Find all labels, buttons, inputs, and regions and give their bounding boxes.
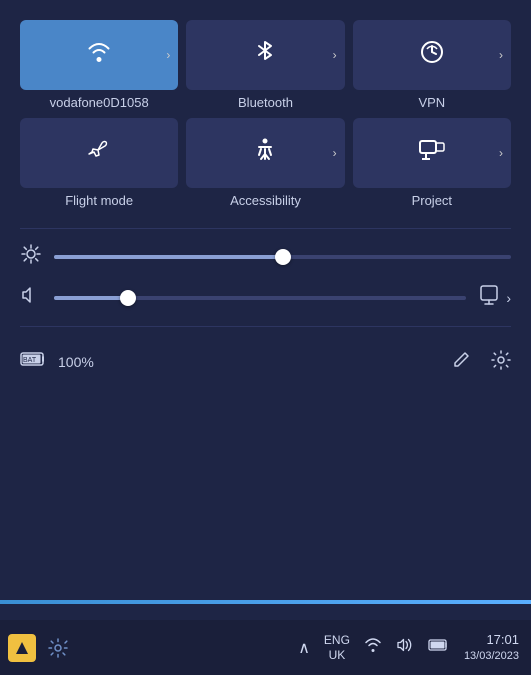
project-tile-wrapper: › Project: [353, 118, 511, 208]
edit-button[interactable]: [451, 350, 471, 375]
taskbar-lang-top: ENG: [324, 633, 350, 647]
accessibility-tile-wrapper: › Accessibility: [186, 118, 344, 208]
volume-fill: [54, 296, 128, 300]
divider-1: [20, 228, 511, 229]
bluetooth-expand-arrow[interactable]: ›: [333, 48, 337, 62]
tiles-grid: › vodafone0D1058 › Bluetooth: [20, 20, 511, 208]
wifi-label: vodafone0D1058: [20, 95, 178, 110]
vpn-tile[interactable]: ›: [353, 20, 511, 90]
taskbar-wifi-icon[interactable]: [360, 637, 386, 658]
bluetooth-label: Bluetooth: [186, 95, 344, 110]
volume-device-icon: [478, 284, 500, 311]
taskbar-app-icon-1[interactable]: [8, 634, 36, 662]
battery-icon: BAT: [20, 349, 48, 375]
brightness-icon: [20, 244, 42, 269]
volume-extra: ›: [478, 284, 511, 311]
accessibility-label: Accessibility: [186, 193, 344, 208]
project-expand-arrow[interactable]: ›: [499, 146, 503, 160]
taskbar-battery-icon[interactable]: [424, 637, 454, 658]
taskbar-time: 17:01: [486, 631, 519, 649]
vpn-expand-arrow[interactable]: ›: [499, 48, 503, 62]
flight-mode-tile-wrapper: Flight mode: [20, 118, 178, 208]
accessibility-icon: [252, 137, 278, 169]
divider-2: [20, 326, 511, 327]
volume-icon: [20, 286, 42, 309]
project-label: Project: [353, 193, 511, 208]
taskbar-chevron[interactable]: ∧: [298, 638, 310, 658]
volume-track[interactable]: [54, 296, 466, 300]
project-tile[interactable]: ›: [353, 118, 511, 188]
accessibility-expand-arrow[interactable]: ›: [333, 146, 337, 160]
wifi-expand-arrow[interactable]: ›: [166, 48, 170, 62]
svg-text:BAT: BAT: [23, 357, 37, 364]
bluetooth-tile-wrapper: › Bluetooth: [186, 20, 344, 110]
flight-mode-icon: [86, 137, 112, 169]
vpn-icon: [419, 39, 445, 71]
bottom-info-bar: BAT 100%: [20, 337, 511, 387]
battery-percent: 100%: [58, 354, 441, 370]
wifi-tile[interactable]: ›: [20, 20, 178, 90]
flight-mode-tile[interactable]: [20, 118, 178, 188]
volume-slider-section: ›: [20, 284, 511, 311]
vpn-tile-wrapper: › VPN: [353, 20, 511, 110]
bluetooth-icon: [255, 39, 275, 71]
accent-line: [0, 600, 531, 604]
brightness-track[interactable]: [54, 255, 511, 259]
flight-mode-label: Flight mode: [20, 193, 178, 208]
taskbar-settings-icon[interactable]: [42, 632, 74, 664]
taskbar-volume-icon[interactable]: [392, 637, 418, 658]
brightness-slider-section: [20, 244, 511, 269]
taskbar: ∧ ENG UK 17:01 13/03/2023: [0, 620, 531, 675]
brightness-thumb[interactable]: [275, 249, 291, 265]
accessibility-tile[interactable]: ›: [186, 118, 344, 188]
vpn-label: VPN: [353, 95, 511, 110]
wifi-icon: [86, 41, 112, 69]
taskbar-date: 13/03/2023: [464, 649, 519, 664]
taskbar-language[interactable]: ENG UK: [320, 633, 354, 662]
bluetooth-tile[interactable]: ›: [186, 20, 344, 90]
taskbar-clock[interactable]: 17:01 13/03/2023: [460, 631, 523, 665]
brightness-fill: [54, 255, 283, 259]
wifi-tile-wrapper: › vodafone0D1058: [20, 20, 178, 110]
volume-device-arrow[interactable]: ›: [506, 290, 511, 306]
quick-settings-panel: › vodafone0D1058 › Bluetooth: [0, 0, 531, 620]
project-icon: [418, 139, 446, 167]
volume-thumb[interactable]: [120, 290, 136, 306]
taskbar-left: [8, 632, 74, 664]
taskbar-lang-bottom: UK: [329, 648, 346, 662]
settings-button[interactable]: [491, 350, 511, 375]
